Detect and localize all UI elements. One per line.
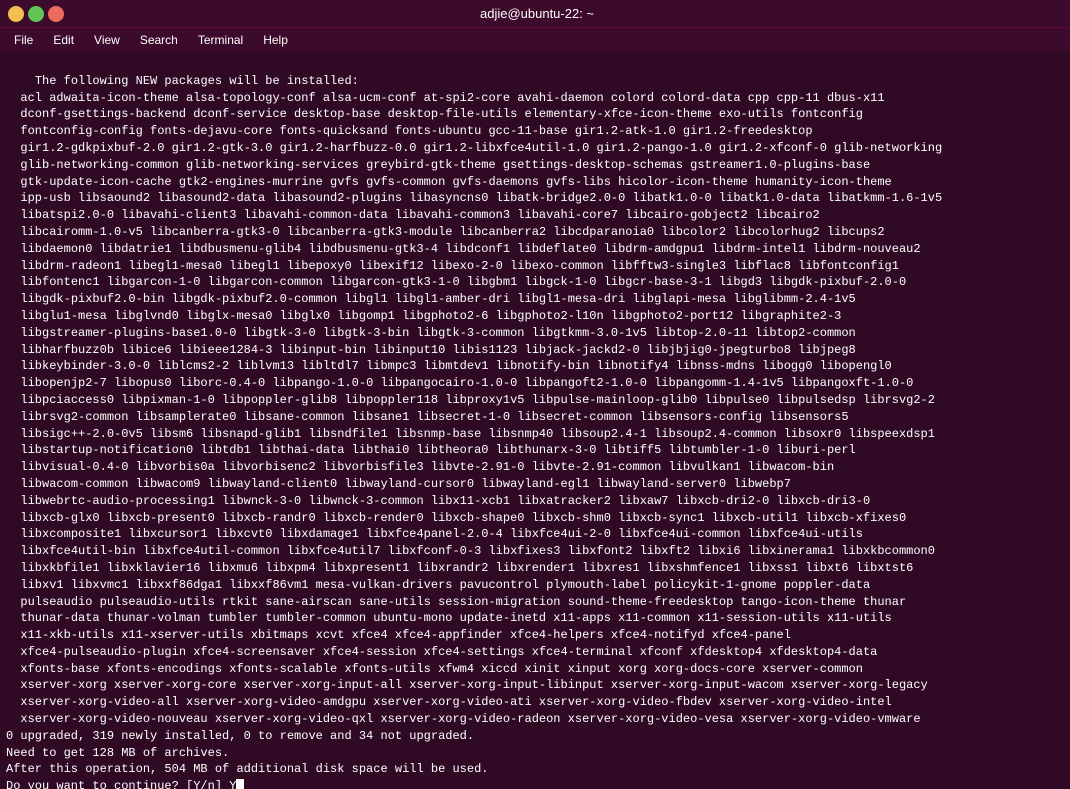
- menu-help[interactable]: Help: [253, 31, 298, 49]
- terminal-content: The following NEW packages will be insta…: [6, 74, 942, 789]
- terminal-window: adjie@ubuntu-22: ~ File Edit View Search…: [0, 0, 1070, 789]
- menu-edit[interactable]: Edit: [43, 31, 84, 49]
- menu-view[interactable]: View: [84, 31, 130, 49]
- titlebar: adjie@ubuntu-22: ~: [0, 0, 1070, 28]
- menu-search[interactable]: Search: [130, 31, 188, 49]
- maximize-button[interactable]: [28, 6, 44, 22]
- menu-terminal[interactable]: Terminal: [188, 31, 253, 49]
- terminal-output[interactable]: The following NEW packages will be insta…: [0, 52, 1070, 789]
- window-controls: [8, 6, 64, 22]
- window-title: adjie@ubuntu-22: ~: [64, 6, 1010, 21]
- menubar: File Edit View Search Terminal Help: [0, 28, 1070, 52]
- terminal-cursor: [236, 779, 244, 789]
- close-button[interactable]: [48, 6, 64, 22]
- menu-file[interactable]: File: [4, 31, 43, 49]
- minimize-button[interactable]: [8, 6, 24, 22]
